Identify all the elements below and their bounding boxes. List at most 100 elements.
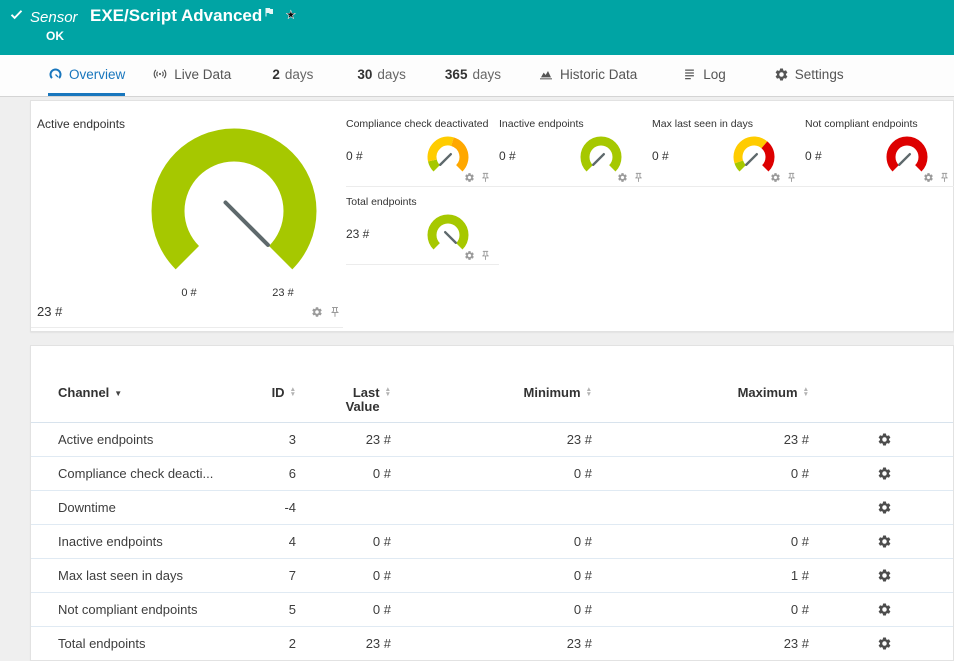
channel-maximum: 23 # xyxy=(592,636,809,651)
channel-maximum: 0 # xyxy=(592,602,809,617)
pin-icon[interactable] xyxy=(329,306,341,318)
tab-live-data[interactable]: Live Data xyxy=(152,55,231,96)
tab-365-days[interactable]: 365 days xyxy=(445,55,501,96)
tab-30-days[interactable]: 30days xyxy=(357,55,406,96)
tab-2-days[interactable]: 2days xyxy=(272,55,313,96)
channel-row[interactable]: Max last seen in days70 #0 #1 # xyxy=(31,559,953,593)
channel-minimum: 23 # xyxy=(391,636,592,651)
gear-icon xyxy=(774,67,789,82)
tab-label: Log xyxy=(703,67,726,82)
col-header-channel[interactable]: Channel▼ xyxy=(58,386,244,400)
col-header-label: Channel xyxy=(58,386,109,400)
channel-maximum: 23 # xyxy=(592,432,809,447)
channel-name: Compliance check deacti... xyxy=(58,466,244,481)
channel-minimum: 0 # xyxy=(391,602,592,617)
channel-last-value: 0 # xyxy=(296,466,391,481)
channel-row[interactable]: Not compliant endpoints50 #0 #0 # xyxy=(31,593,953,627)
channel-settings-cell xyxy=(809,636,929,651)
gauge-tile-large: Active endpoints 0 # 23 # 23 # xyxy=(31,101,343,333)
channel-settings-gear-icon[interactable] xyxy=(877,534,892,549)
gauge-tile: Inactive endpoints0 # xyxy=(499,115,652,187)
channel-settings-cell xyxy=(809,432,929,447)
gear-icon[interactable] xyxy=(923,172,934,183)
channel-row[interactable]: Inactive endpoints40 #0 #0 # xyxy=(31,525,953,559)
gauge-value: 23 # xyxy=(37,304,62,319)
tab-overview[interactable]: Overview xyxy=(48,55,125,96)
historic-data-icon xyxy=(538,66,554,82)
tab-number: 30 xyxy=(357,67,372,82)
channel-id: 6 xyxy=(244,466,296,481)
object-kind-label: Sensor xyxy=(30,9,78,26)
gear-icon[interactable] xyxy=(464,172,475,183)
gear-icon[interactable] xyxy=(311,306,323,318)
col-header-maximum[interactable]: Maximum▲▼ xyxy=(592,386,809,400)
gauge-tile: Not compliant endpoints 0 # xyxy=(805,115,954,187)
tab-historic-data[interactable]: Historic Data xyxy=(538,55,637,96)
sensor-title: EXE/Script Advanced xyxy=(90,6,262,26)
tab-settings[interactable]: Settings xyxy=(774,55,844,96)
channel-minimum: 0 # xyxy=(391,534,592,549)
channel-name: Total endpoints xyxy=(58,636,244,651)
pin-icon[interactable] xyxy=(480,172,491,183)
channel-row[interactable]: Active endpoints323 #23 #23 # xyxy=(31,423,953,457)
tab-number: 365 xyxy=(445,67,468,82)
live-data-icon xyxy=(152,66,168,82)
tile-divider xyxy=(31,327,343,328)
channel-last-value: 0 # xyxy=(296,602,391,617)
gear-icon[interactable] xyxy=(770,172,781,183)
channel-name: Inactive endpoints xyxy=(58,534,244,549)
sensor-status: OK xyxy=(46,29,64,43)
channel-settings-gear-icon[interactable] xyxy=(877,602,892,617)
channel-row[interactable]: Total endpoints223 #23 #23 # xyxy=(31,627,953,661)
channel-settings-gear-icon[interactable] xyxy=(877,432,892,447)
tab-log[interactable]: Log xyxy=(682,55,726,96)
channel-name: Downtime xyxy=(58,500,244,515)
channel-last-value: 0 # xyxy=(296,568,391,583)
gauge-dial-svg xyxy=(139,121,329,299)
gauges-panel: Active endpoints 0 # 23 # 23 # Complianc… xyxy=(30,100,954,332)
tab-label: days xyxy=(472,67,501,82)
pin-icon[interactable] xyxy=(939,172,950,183)
gauge-tile: Total endpoints23 # xyxy=(346,193,499,265)
channel-settings-gear-icon[interactable] xyxy=(877,500,892,515)
channels-table-card: Channel▼ID▲▼Last Value▲▼Minimum▲▼Maximum… xyxy=(30,345,954,661)
gauge-value: 0 # xyxy=(805,149,822,163)
gauge-value: 23 # xyxy=(346,227,369,241)
gauge-title: Active endpoints xyxy=(37,117,125,131)
gauge-actions xyxy=(923,172,950,183)
star-empty-icon[interactable]: ☆ xyxy=(285,7,298,23)
tab-label: Historic Data xyxy=(560,67,637,82)
pin-icon[interactable] xyxy=(786,172,797,183)
channel-settings-gear-icon[interactable] xyxy=(877,568,892,583)
channel-last-value: 23 # xyxy=(296,636,391,651)
col-header-label: Minimum xyxy=(524,386,581,400)
col-header-last-value[interactable]: Last Value▲▼ xyxy=(296,386,391,414)
gauge-actions xyxy=(311,306,341,318)
gear-icon[interactable] xyxy=(464,250,475,261)
channel-id: 7 xyxy=(244,568,296,583)
channel-minimum: 23 # xyxy=(391,432,592,447)
col-header-label: Maximum xyxy=(738,386,798,400)
pin-icon[interactable] xyxy=(480,250,491,261)
gauge-title: Not compliant endpoints xyxy=(805,115,948,130)
col-header-id[interactable]: ID▲▼ xyxy=(244,386,296,400)
channel-row[interactable]: Compliance check deacti...60 #0 #0 # xyxy=(31,457,953,491)
gauge-actions xyxy=(464,172,491,183)
channel-settings-cell xyxy=(809,568,929,583)
gear-icon[interactable] xyxy=(617,172,628,183)
channel-settings-gear-icon[interactable] xyxy=(877,636,892,651)
channel-name: Not compliant endpoints xyxy=(58,602,244,617)
tab-number: 2 xyxy=(272,67,280,82)
channel-row[interactable]: Downtime-4 xyxy=(31,491,953,525)
channel-name: Max last seen in days xyxy=(58,568,244,583)
col-header-label: Last Value xyxy=(336,386,380,414)
gauge-value: 0 # xyxy=(346,149,363,163)
gauge-value: 0 # xyxy=(499,149,516,163)
log-icon xyxy=(682,67,697,82)
pin-icon[interactable] xyxy=(633,172,644,183)
col-header-minimum[interactable]: Minimum▲▼ xyxy=(391,386,592,400)
channel-minimum: 0 # xyxy=(391,466,592,481)
channel-id: -4 xyxy=(244,500,296,515)
channel-settings-gear-icon[interactable] xyxy=(877,466,892,481)
col-header-label: ID xyxy=(272,386,285,400)
